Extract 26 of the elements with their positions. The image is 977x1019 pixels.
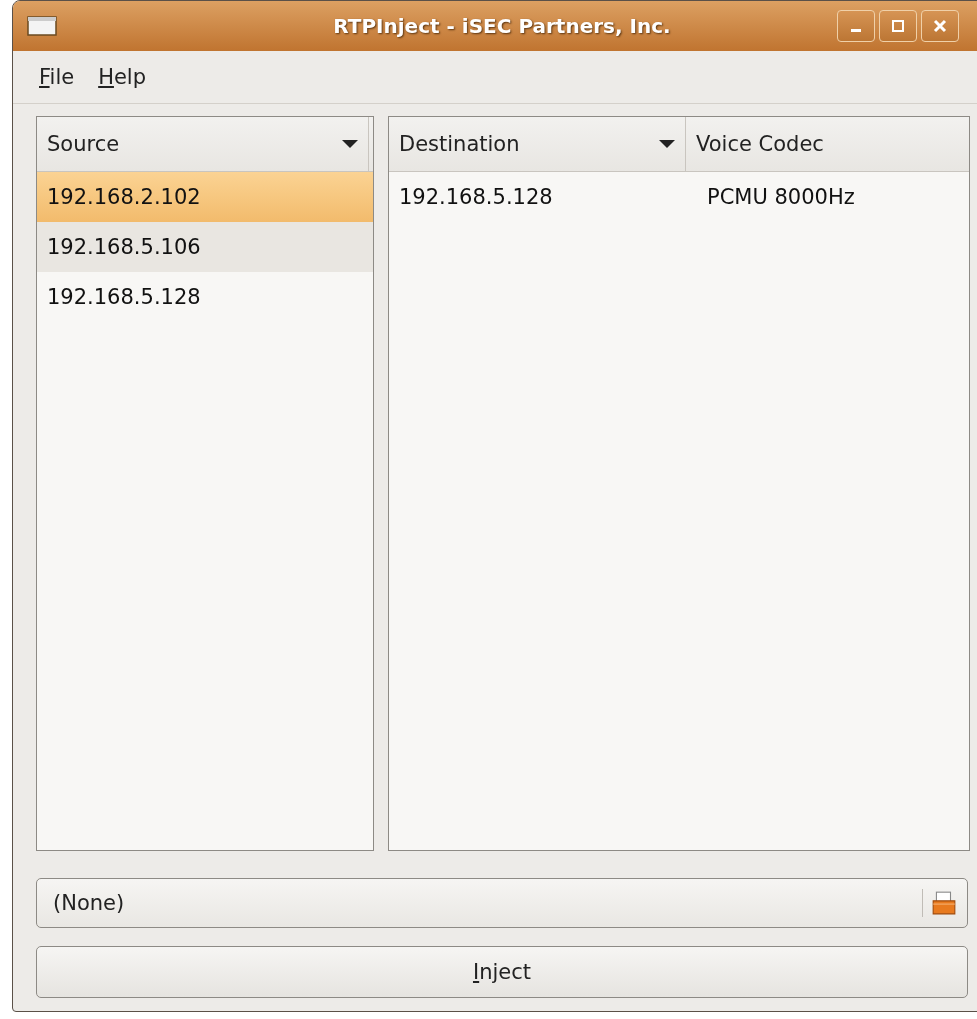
minimize-button[interactable] (837, 10, 875, 42)
table-cell-text: 192.168.5.128 (46, 285, 201, 309)
inject-button[interactable]: Inject (36, 946, 968, 998)
maximize-button[interactable] (879, 10, 917, 42)
column-header[interactable]: Destination (389, 117, 686, 171)
folder-icon (931, 890, 957, 916)
minimize-icon (851, 28, 861, 32)
close-button[interactable] (921, 10, 959, 42)
menu-item[interactable]: Help (98, 65, 147, 89)
table-cell-text: 192.168.5.106 (46, 235, 201, 259)
menu-item[interactable]: File (39, 65, 75, 89)
table-row[interactable]: 192.168.5.128 PCMU 8000Hz (389, 172, 969, 222)
table-row[interactable]: 192.168.5.106 (37, 222, 373, 272)
file-chooser[interactable]: (None) (36, 878, 968, 928)
table-cell-text: PCMU 8000Hz (706, 185, 855, 209)
column-header[interactable]: Voice Codec (686, 117, 969, 171)
table-row[interactable]: 192.168.5.128 (37, 272, 373, 322)
table-cell-text: 192.168.2.102 (46, 185, 201, 209)
maximize-icon (890, 18, 906, 34)
table-cell-text: 192.168.5.128 (398, 185, 554, 209)
window-title: RTPInject - iSEC Partners, Inc. (332, 14, 672, 38)
window-icon (27, 16, 57, 36)
sort-arrow-icon (342, 140, 358, 148)
table-row[interactable]: 192.168.2.102 (37, 172, 373, 222)
sort-arrow-icon (659, 140, 675, 148)
close-icon (932, 18, 948, 34)
